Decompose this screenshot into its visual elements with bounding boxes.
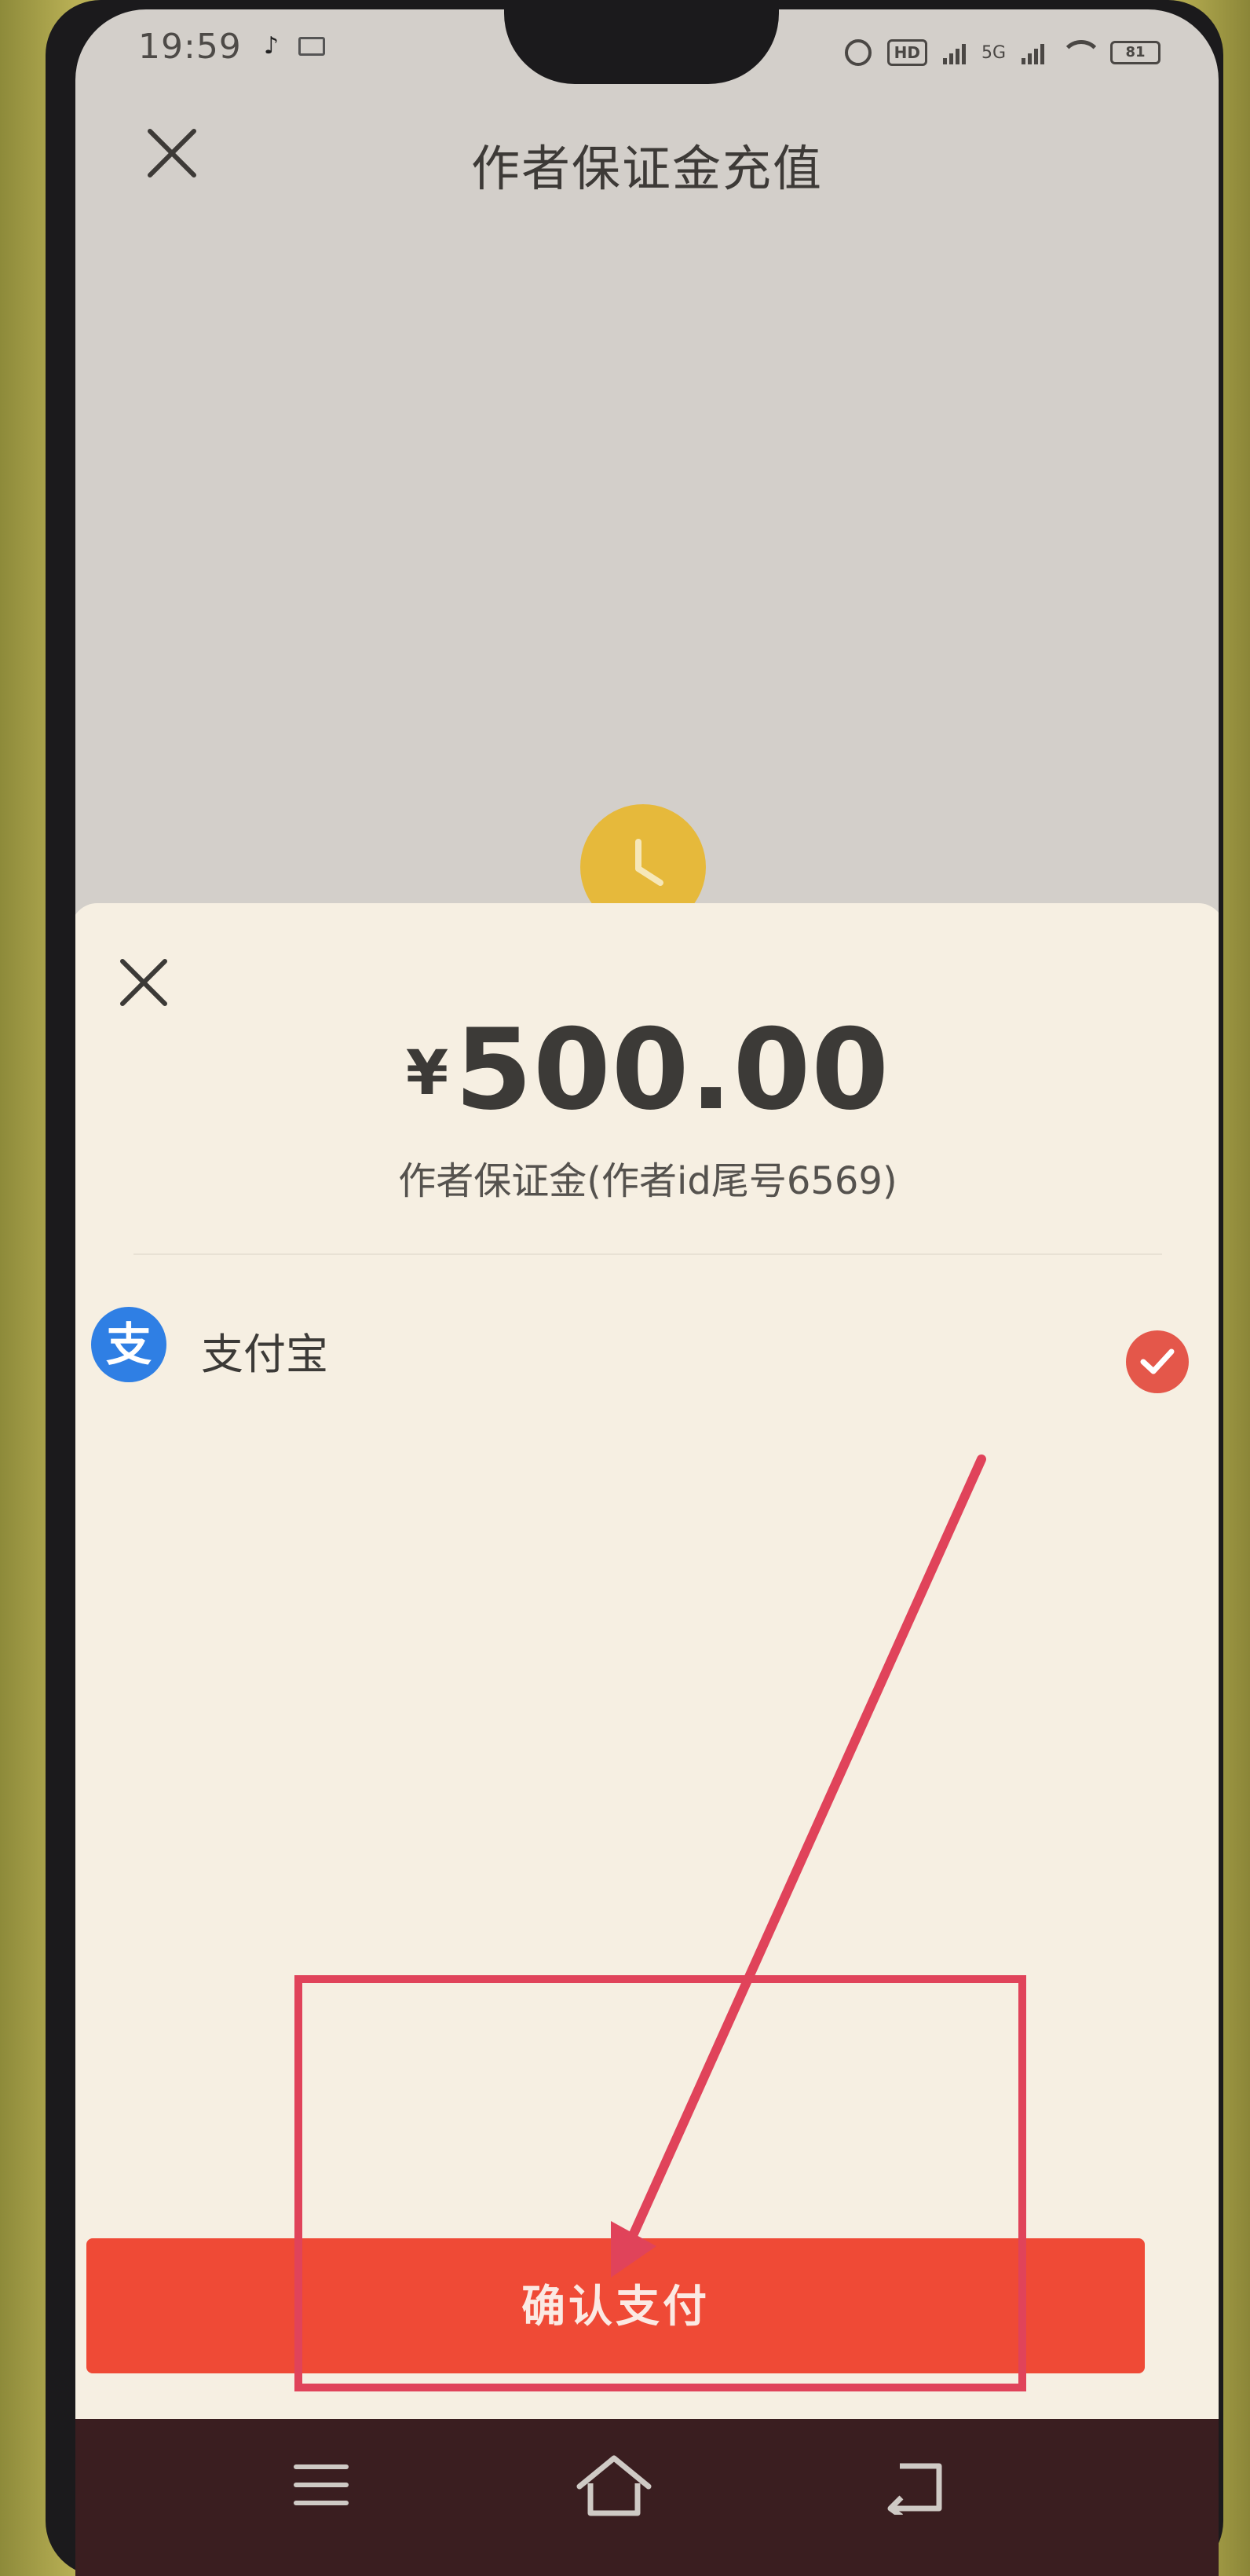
signal-icon-2 [1022,41,1044,64]
signal-icon [942,41,966,64]
page-title: 作者保证金充值 [470,140,823,197]
navigation-bar [75,2419,1219,2576]
sheet-close-button[interactable] [116,955,171,1010]
close-icon [120,959,167,1006]
notch [504,9,779,84]
amount-description: 作者保证金(作者id尾号6569) [398,1159,897,1203]
message-icon [298,37,325,56]
tiktok-icon: ♪ [264,32,280,60]
wifi-icon [1060,40,1102,65]
battery-icon: 81 [1110,41,1160,64]
status-left-icons: ♪ [264,33,325,60]
hd-icon: HD [886,39,927,66]
back-icon[interactable] [884,2460,947,2519]
confirm-payment-button[interactable]: 确认支付 [86,2238,1145,2373]
alipay-icon: 支 [91,1307,166,1382]
phone-screen: 19:59 ♪ HD 5G 81 作者保证金充值 ¥500.00 作者保证金(作… [75,9,1219,2576]
payment-amount: ¥500.00 [75,1005,1219,1135]
menu-icon[interactable] [294,2464,349,2512]
amount-value: 500.00 [455,1005,890,1135]
payment-option-alipay[interactable]: 支 支付宝 [91,1299,1206,1393]
currency-symbol: ¥ [405,1038,449,1109]
network-label: 5G [981,42,1006,63]
status-time: 19:59 [138,27,242,67]
home-icon[interactable] [575,2452,653,2523]
payment-sheet: ¥500.00 作者保证金(作者id尾号6569) 支 支付宝 确认支付 [75,903,1219,2427]
status-right-icons: HD 5G 81 [844,39,1160,66]
alarm-icon [844,39,872,66]
check-icon[interactable] [1126,1330,1189,1393]
payment-option-label: 支付宝 [201,1330,328,1379]
divider [133,1253,1162,1255]
